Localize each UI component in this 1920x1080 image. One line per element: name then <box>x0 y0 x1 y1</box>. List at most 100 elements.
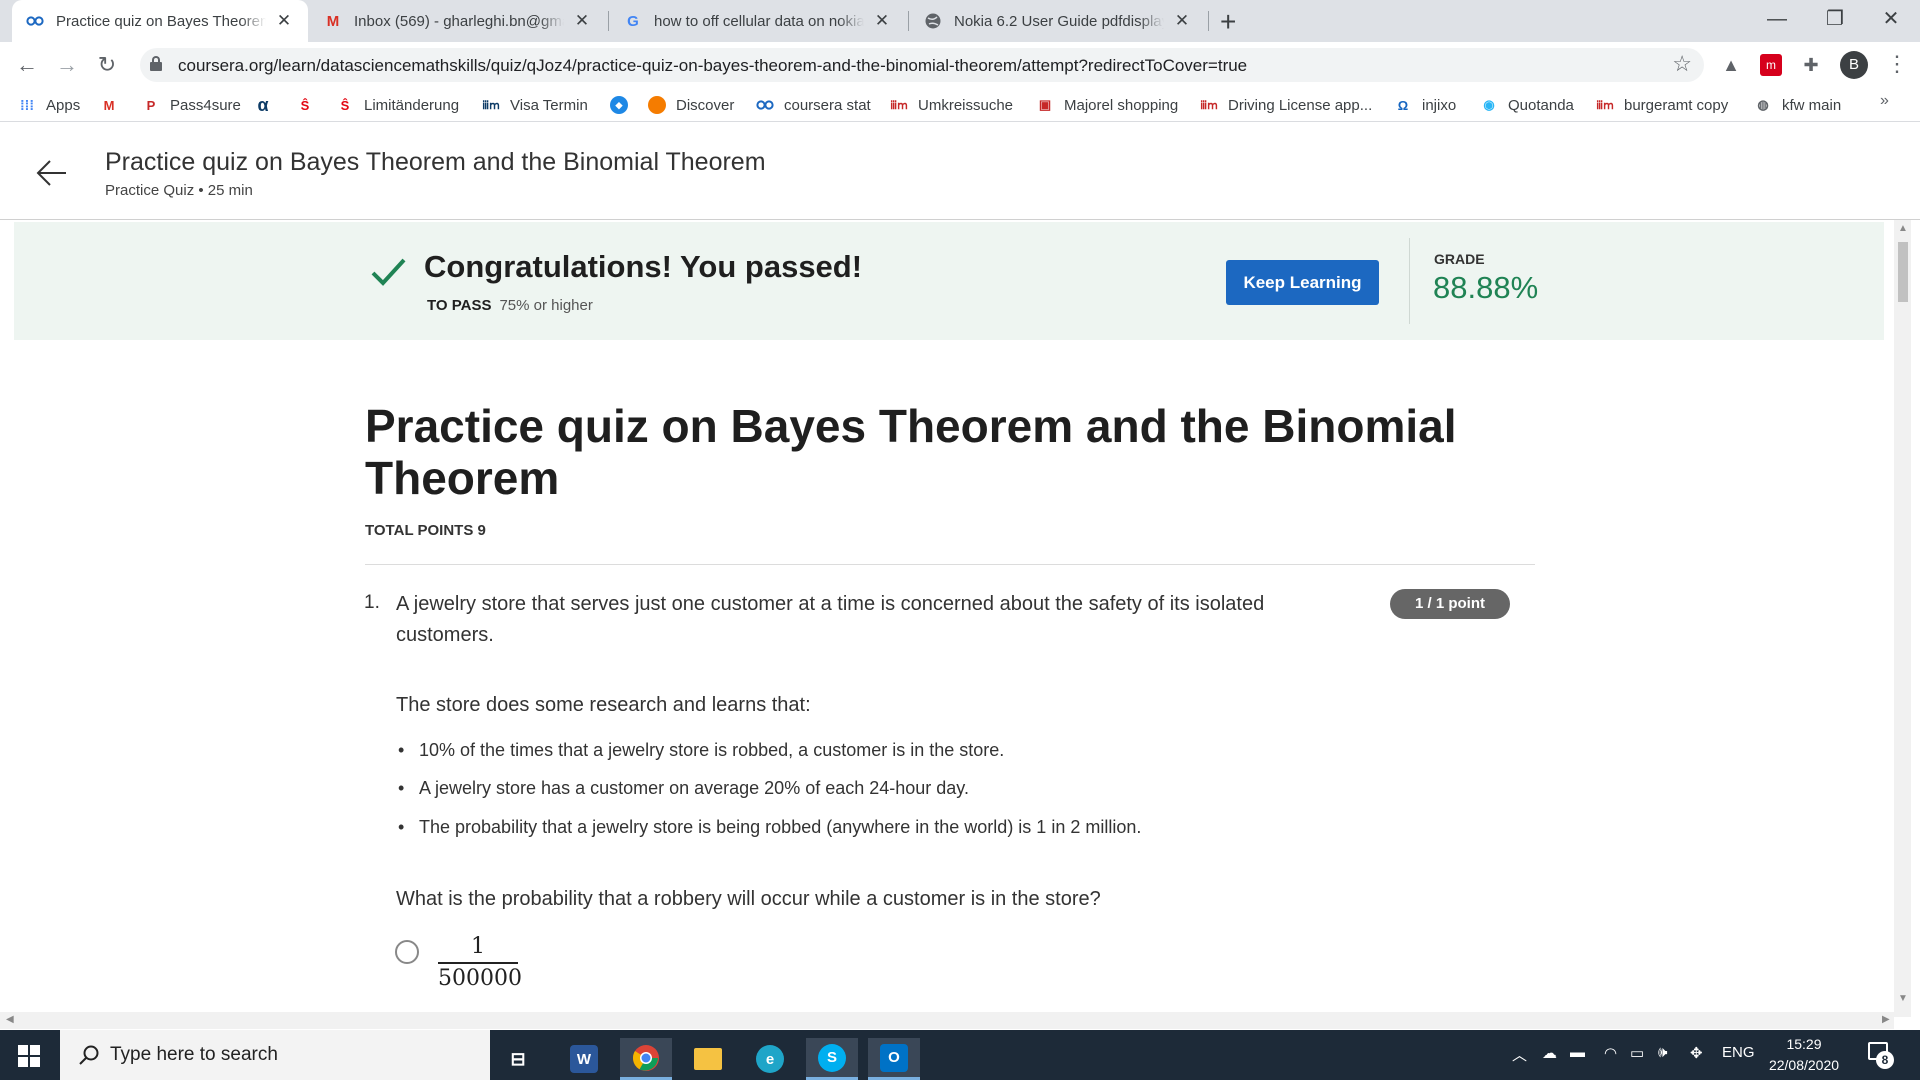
vertical-scrollbar[interactable] <box>1894 220 1911 1017</box>
answer-option-fraction[interactable]: 1 500000 <box>438 934 522 992</box>
close-icon[interactable]: ✕ <box>1172 11 1192 31</box>
taskbar-clock[interactable]: 15:29 22/08/2020 <box>1760 1034 1848 1076</box>
reload-button[interactable]: ↻ <box>92 50 122 80</box>
chrome-icon[interactable] <box>620 1038 672 1080</box>
battery-icon[interactable]: ▬ <box>1570 1044 1585 1061</box>
bookmark-umkreissuche[interactable]: ⅲⅿ Umkreissuche <box>890 94 1013 116</box>
tab-strip: Practice quiz on Bayes Theorem a ✕ M Inb… <box>0 0 1920 42</box>
bookmark-visa-termin[interactable]: ⅲⅿ Visa Termin <box>482 94 588 116</box>
close-icon[interactable]: ✕ <box>872 11 892 31</box>
scroll-down-icon[interactable]: ▼ <box>1898 993 1908 1004</box>
tab-google[interactable]: G how to off cellular data on nokia ✕ <box>610 0 906 42</box>
tab-title: Nokia 6.2 User Guide pdfdisplayc <box>954 12 1164 30</box>
fraction-numerator: 1 <box>471 934 485 959</box>
bookmark-star-icon[interactable]: ☆ <box>1672 51 1692 77</box>
total-points: TOTAL POINTS 9 <box>365 522 486 539</box>
back-button[interactable]: ← <box>12 50 42 80</box>
notification-count: 8 <box>1876 1051 1894 1069</box>
address-bar[interactable]: coursera.org/learn/datasciencemathskills… <box>140 48 1704 82</box>
bookmark-sparkasse[interactable]: Ŝ <box>296 94 324 116</box>
question-prompt: What is the probability that a robbery w… <box>396 888 1101 910</box>
outlook-icon[interactable]: O <box>868 1038 920 1080</box>
horizontal-scrollbar[interactable] <box>0 1012 1894 1029</box>
scroll-up-icon[interactable]: ▲ <box>1898 223 1908 234</box>
forward-button[interactable]: → <box>52 50 82 80</box>
bookmark-limitaenderung[interactable]: Ŝ Limitänderung <box>336 94 459 116</box>
points-badge: 1 / 1 point <box>1390 589 1510 619</box>
extension-icon[interactable]: m <box>1760 54 1782 76</box>
scrollbar-thumb[interactable] <box>1898 242 1908 302</box>
bookmark-discover[interactable]: Discover <box>648 94 734 116</box>
back-arrow-icon[interactable] <box>34 155 70 191</box>
tray-chevron-icon[interactable]: ︿ <box>1512 1044 1527 1065</box>
question-intro: The store does some research and learns … <box>396 694 811 716</box>
tab-gmail[interactable]: M Inbox (569) - gharleghi.bn@gmai ✕ <box>310 0 606 42</box>
page-title: Practice quiz on Bayes Theorem and the B… <box>105 148 766 176</box>
bookmark-majorel[interactable]: ▣ Majorel shopping <box>1036 94 1178 116</box>
bookmark-pass4sure[interactable]: P Pass4sure <box>142 94 241 116</box>
answer-radio[interactable] <box>395 940 419 964</box>
windows-start-icon[interactable] <box>18 1045 40 1067</box>
browser-toolbar: ← → ↻ coursera.org/learn/datasciencemath… <box>0 42 1920 88</box>
divider <box>365 564 1535 565</box>
scroll-right-icon[interactable]: ▶ <box>1882 1014 1890 1025</box>
onedrive-icon[interactable]: ☁ <box>1542 1044 1557 1062</box>
bookmark-gmail[interactable]: M <box>100 94 128 116</box>
list-item: 10% of the times that a jewelry store is… <box>398 740 1004 761</box>
word-icon[interactable]: W <box>558 1038 610 1080</box>
display-icon[interactable]: ▭ <box>1630 1044 1644 1062</box>
gmail-icon: M <box>103 97 115 113</box>
new-tab-button[interactable]: + <box>1220 6 1236 38</box>
restore-button[interactable]: ❐ <box>1806 0 1864 42</box>
minimize-button[interactable]: — <box>1748 0 1806 42</box>
url-text: coursera.org/learn/datasciencemathskills… <box>178 56 1248 75</box>
bookmark-burgeramt[interactable]: ⅲⅿ burgeramt copy <box>1596 94 1728 116</box>
pass-message: Congratulations! You passed! <box>424 249 863 284</box>
bookmark-alpha[interactable]: α <box>254 94 282 116</box>
tab-separator <box>908 11 909 31</box>
volume-icon[interactable]: 🕪 <box>1658 1044 1667 1061</box>
grade-value: 88.88% <box>1433 270 1539 305</box>
question-text: A jewelry store that serves just one cus… <box>396 593 1265 646</box>
question-number: 1. <box>364 592 380 613</box>
pass4sure-icon: P <box>146 97 156 113</box>
bookmark-shield[interactable]: ◆ <box>610 94 638 116</box>
keep-learning-button[interactable]: Keep Learning <box>1226 260 1379 305</box>
globe-icon: ◍ <box>1757 97 1769 112</box>
profile-avatar[interactable]: B <box>1840 51 1868 79</box>
task-view-icon[interactable]: ⊟ <box>492 1038 544 1080</box>
window-close-button[interactable]: ✕ <box>1862 0 1920 42</box>
tab-title: Practice quiz on Bayes Theorem a <box>56 12 266 30</box>
skype-icon[interactable]: S <box>806 1038 858 1080</box>
chrome-menu-icon[interactable]: ⋮ <box>1886 51 1908 77</box>
more-bookmarks-icon[interactable]: » <box>1880 92 1889 110</box>
bookmark-coursera-stat[interactable]: coursera stat <box>756 94 871 116</box>
injixo-icon: Ω <box>1397 97 1409 113</box>
bookmark-quotanda[interactable]: ◉ Quotanda <box>1480 94 1574 116</box>
edge-icon[interactable]: e <box>744 1038 796 1080</box>
google-icon: G <box>627 12 639 30</box>
file-explorer-icon[interactable] <box>682 1038 734 1080</box>
dropbox-icon[interactable]: ✥ <box>1690 1044 1703 1062</box>
tab-title: Inbox (569) - gharleghi.bn@gmai <box>354 12 564 30</box>
drive-extension-icon[interactable]: ▲ <box>1720 54 1742 76</box>
close-icon[interactable]: ✕ <box>572 11 592 31</box>
language-indicator[interactable]: ENG <box>1722 1044 1755 1061</box>
tab-separator <box>608 11 609 31</box>
close-icon[interactable]: ✕ <box>274 11 294 31</box>
shield-icon: ◆ <box>610 96 628 114</box>
bookmark-driving-license[interactable]: ⅲⅿ Driving License app... <box>1200 94 1372 116</box>
wifi-icon[interactable]: ◠ <box>1604 1044 1617 1062</box>
scroll-left-icon[interactable]: ◀ <box>6 1014 14 1025</box>
bookmark-apps[interactable]: ⁞⁞⁞ Apps <box>18 94 80 116</box>
extensions-puzzle-icon[interactable]: ✚ <box>1800 54 1822 76</box>
page-subtitle: Practice Quiz • 25 min <box>105 182 253 199</box>
search-icon <box>78 1044 100 1066</box>
bookmark-injixo[interactable]: Ω injixo <box>1394 94 1456 116</box>
search-placeholder: Type here to search <box>110 1044 278 1065</box>
bookmark-kfw[interactable]: ◍ kfw main <box>1754 94 1841 116</box>
tab-coursera[interactable]: Practice quiz on Bayes Theorem a ✕ <box>12 0 308 42</box>
notification-center-icon[interactable]: 8 <box>1868 1042 1894 1069</box>
tab-nokia[interactable]: Nokia 6.2 User Guide pdfdisplayc ✕ <box>910 0 1206 42</box>
taskbar-search[interactable]: Type here to search <box>60 1030 490 1080</box>
